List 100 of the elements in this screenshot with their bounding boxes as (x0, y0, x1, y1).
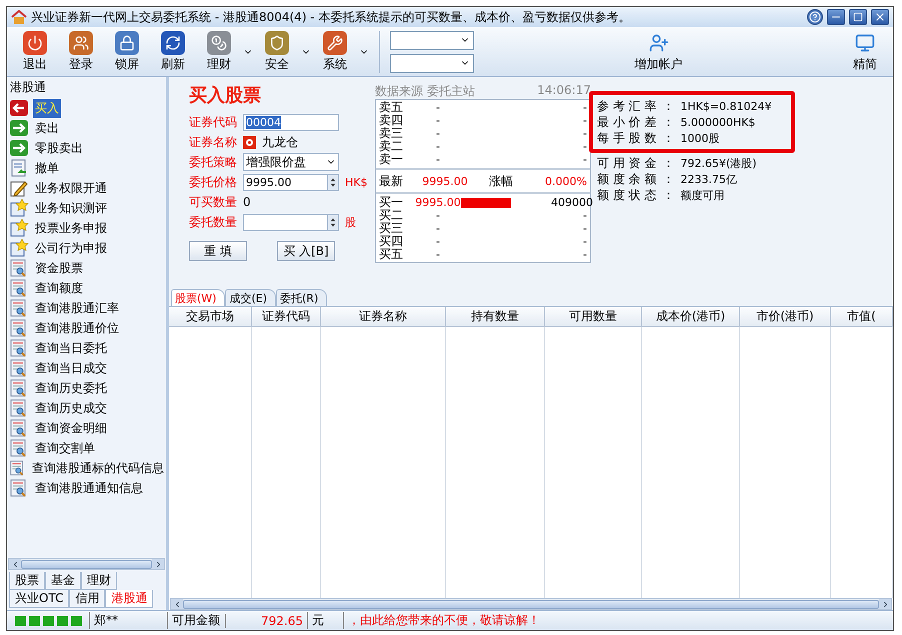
sidebar-item[interactable]: 公司行为申报 (33, 238, 109, 258)
column-header[interactable]: 证券代码 (252, 307, 321, 326)
info-label: 最 小 价 差 (597, 114, 656, 130)
column-header[interactable]: 成本价(港币) (642, 307, 740, 326)
sidebar-item[interactable]: 卖出 (33, 118, 61, 138)
power-icon (23, 30, 47, 54)
column-header[interactable]: 市值( (831, 307, 893, 326)
column-header[interactable]: 证券名称 (321, 307, 446, 326)
sidebar-item[interactable]: 业务知识测评 (33, 198, 109, 218)
window-title: 兴业证券新一代网上交易委托系统 - 港股通8004(4) - 本委托系统提示的可买数量、成本价、盈亏数据仅供参考。 (31, 8, 632, 26)
sidebar-header: 港股通 (9, 79, 47, 96)
security-name: 九龙仓 (262, 134, 298, 150)
quote-price: - (435, 101, 441, 114)
quote-price: - (435, 235, 441, 248)
coins-icon (207, 30, 231, 54)
spin-input-field[interactable] (243, 214, 339, 230)
unit-label: HK$ (345, 176, 368, 188)
sidebar-item[interactable]: 查询当日委托 (33, 338, 109, 358)
flag-icon (243, 136, 256, 148)
add-account-button[interactable]: 增加帐户 (630, 28, 686, 74)
currency-unit: 元 (307, 612, 343, 629)
category-tab[interactable]: 股票 (9, 572, 45, 590)
horizontal-scrollbar[interactable] (8, 558, 165, 570)
field-label: 委托策略 (189, 154, 237, 170)
spin-arrows-icon[interactable] (327, 214, 338, 230)
sidebar-item[interactable]: 投票业务申报 (33, 218, 109, 238)
list-tab[interactable]: 成交(E) (225, 289, 276, 306)
close-button[interactable] (871, 9, 889, 25)
list-tab[interactable]: 股票(W) (171, 289, 226, 306)
spin-input-field[interactable]: 9995.00 (243, 174, 339, 190)
column-header[interactable]: 市价(港币) (740, 307, 831, 326)
sidebar-item[interactable]: 买入 (33, 98, 61, 118)
quote-level-label: 买五 (379, 248, 404, 261)
field-label: 可买数量 (189, 194, 237, 210)
toolbar-button[interactable]: 锁屏 (105, 28, 149, 74)
help-button[interactable] (807, 9, 823, 25)
sidebar-item[interactable]: 业务权限开通 (33, 178, 109, 198)
category-tab[interactable]: 基金 (45, 572, 81, 590)
info-value: 792.65¥(港股) (680, 156, 757, 170)
spin-arrows-icon[interactable] (327, 174, 338, 190)
info-label: 每 手 股 数 (597, 130, 656, 146)
toolbar-button[interactable]: 刷新 (151, 28, 195, 74)
sidebar-item[interactable]: 查询当日成交 (33, 358, 109, 378)
quote-price: - (435, 248, 441, 261)
combo-box[interactable] (390, 30, 474, 50)
category-tab[interactable]: 兴业OTC (9, 590, 70, 608)
quote-price: - (435, 114, 441, 127)
toolbar-button[interactable]: 登录 (59, 28, 103, 74)
strategy-select[interactable]: 增强限价盘 (243, 153, 339, 171)
category-tab[interactable]: 信用 (69, 590, 106, 608)
quote-price: 9995.00 (415, 196, 461, 209)
sidebar-item[interactable]: 查询港股通价位 (33, 318, 121, 338)
column-header[interactable]: 交易市场 (169, 307, 252, 326)
sidebar-item[interactable]: 查询历史委托 (33, 378, 109, 398)
sidebar-item[interactable]: 撤单 (33, 158, 61, 178)
colon: ： (662, 186, 674, 204)
toolbar-button[interactable]: 安全 (255, 28, 299, 74)
minimize-button[interactable] (827, 9, 845, 25)
code-input-field[interactable]: 00004 (243, 114, 339, 130)
unit-label: 股 (345, 214, 356, 230)
user-plus-icon (648, 32, 668, 52)
list-tab[interactable]: 委托(R) (276, 289, 328, 306)
quote-level-label: 卖三 (379, 127, 404, 140)
column-header[interactable]: 持有数量 (446, 307, 545, 326)
category-tab[interactable]: 理财 (81, 572, 117, 590)
sidebar-item[interactable]: 查询港股通标的代码信息 (30, 458, 166, 478)
combo-box[interactable] (390, 54, 474, 72)
quote-volume: - (582, 114, 587, 127)
field-label: 委托数量 (189, 214, 237, 230)
sidebar-item[interactable]: 资金股票 (33, 258, 85, 278)
field-value: 0 (243, 195, 251, 209)
toolbar-button[interactable]: 退出 (13, 28, 57, 74)
help-icon (809, 11, 821, 23)
sidebar-item[interactable]: 查询额度 (33, 278, 85, 298)
quote-level-label: 买四 (379, 235, 404, 248)
sidebar-item[interactable]: 零股卖出 (33, 138, 85, 158)
colon: ： (662, 154, 674, 172)
toolbar-button[interactable]: 系统 (313, 28, 357, 74)
toolbar-button[interactable]: 理财 (197, 28, 241, 74)
quote-price: - (435, 127, 441, 140)
change-value: 0.000% (544, 174, 587, 188)
sidebar-item[interactable]: 查询港股通汇率 (33, 298, 121, 318)
column-header[interactable]: 可用数量 (545, 307, 642, 326)
form-button[interactable]: 买 入[B] (277, 241, 335, 261)
maximize-button[interactable] (849, 9, 867, 25)
sidebar-item[interactable]: 查询港股通通知信息 (33, 478, 145, 498)
horizontal-scrollbar[interactable] (170, 598, 892, 610)
maximize-icon (853, 12, 863, 22)
info-value: 1HK$=0.81024¥ (680, 100, 772, 112)
category-tab[interactable]: 港股通 (105, 590, 154, 608)
info-value: 1000股 (680, 130, 720, 146)
monitor-icon (855, 32, 875, 52)
sidebar-item[interactable]: 查询历史成交 (33, 398, 109, 418)
simple-mode-button[interactable]: 精简 (843, 28, 887, 74)
data-source: 数据来源 委托主站 (375, 83, 475, 99)
sidebar-item[interactable]: 查询交割单 (33, 438, 97, 458)
form-button[interactable]: 重 填 (189, 241, 247, 261)
sidebar-item[interactable]: 查询资金明细 (33, 418, 109, 438)
quote-volume: - (582, 153, 587, 166)
colon: ： (662, 114, 674, 130)
